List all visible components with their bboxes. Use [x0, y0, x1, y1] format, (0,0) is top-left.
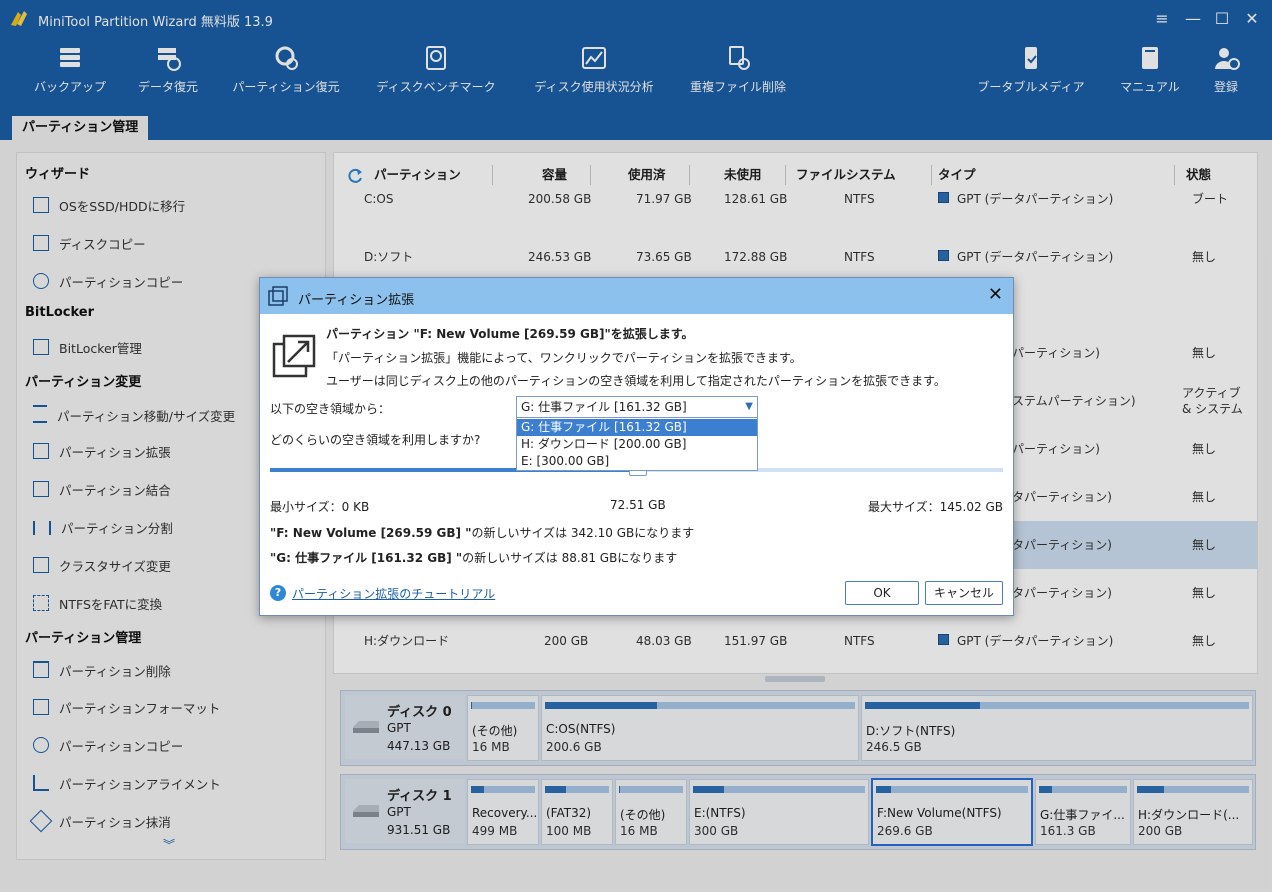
extend-icon [268, 286, 288, 306]
min-size-label: 最小サイズ：0 KB [270, 500, 370, 514]
free-space-source-label: 以下の空き領域から： [270, 402, 391, 416]
max-size-label: 最大サイズ：145.02 GB [868, 500, 1003, 514]
free-space-source-select[interactable]: G: 仕事ファイル [161.32 GB] ▼ [516, 396, 758, 418]
partition-f-new-size: の新しいサイズは 342.10 GBになります [471, 526, 695, 540]
new-size-g: "G: 仕事ファイル [161.32 GB] "の新しいサイズは 88.81 G… [270, 549, 677, 566]
partition-g-new-size: の新しいサイズは 88.81 GBになります [462, 551, 678, 565]
partition-f-name: "F: New Volume [269.59 GB] " [270, 526, 472, 540]
help-icon[interactable]: ? [270, 585, 286, 601]
tutorial-link[interactable]: パーティション拡張のチュートリアル [292, 585, 495, 602]
ok-button[interactable]: OK [845, 581, 919, 605]
dropdown-option[interactable]: G: 仕事ファイル [161.32 GB] [517, 419, 757, 436]
chevron-down-icon: ▼ [745, 401, 753, 412]
select-value: G: 仕事ファイル [161.32 GB] [521, 400, 687, 414]
close-icon[interactable]: ✕ [988, 286, 1003, 304]
dialog-title: パーティション拡張 [298, 293, 415, 308]
dropdown-option[interactable]: H: ダウンロード [200.00 GB] [517, 436, 757, 453]
how-much-label: どのくらいの空き領域を利用しますか? [270, 433, 481, 447]
dropdown-option[interactable]: E: [300.00 GB] [517, 453, 757, 470]
free-space-dropdown-list[interactable]: G: 仕事ファイル [161.32 GB] H: ダウンロード [200.00 … [516, 417, 758, 471]
dialog-heading: パーティション "F: New Volume [269.59 GB]"を拡張しま… [326, 327, 694, 341]
dialog-desc-1: 「パーティション拡張」機能によって、ワンクリックでパーティションを拡張できます。 [326, 351, 802, 365]
current-size-label: 72.51 GB [610, 498, 666, 512]
extend-partition-large-icon [272, 334, 316, 378]
dialog-desc-2: ユーザーは同じディスク上の他のパーティションの空き領域を利用して指定されたパーテ… [326, 374, 946, 388]
partition-g-name: "G: 仕事ファイル [161.32 GB] " [270, 551, 463, 565]
new-size-f: "F: New Volume [269.59 GB] "の新しいサイズは 342… [270, 524, 694, 541]
dialog-title-bar: パーティション拡張 ✕ [260, 278, 1013, 314]
cancel-button[interactable]: キャンセル [925, 581, 1003, 605]
extend-partition-dialog: パーティション拡張 ✕ パーティション "F: New Volume [269.… [259, 277, 1014, 616]
